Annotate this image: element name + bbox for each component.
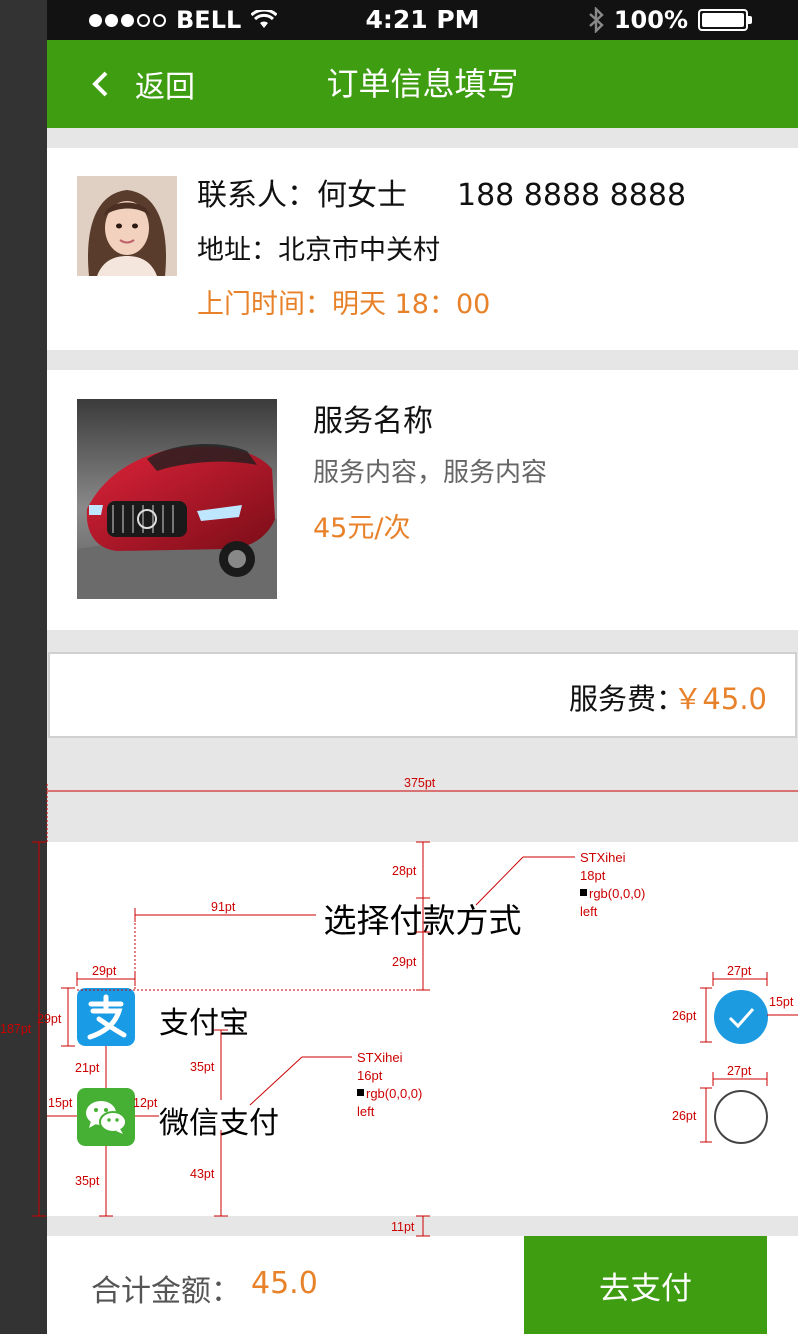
fee-label: 服务费： [568, 682, 685, 716]
status-right: 100% [588, 6, 752, 34]
alipay-radio-checked[interactable] [714, 990, 768, 1044]
fee-row: 服务费： ￥45.0 [48, 652, 797, 738]
left-gutter [0, 0, 47, 1334]
total-label: 合计金额： [91, 1274, 241, 1309]
fee-amount: ￥45.0 [673, 682, 767, 716]
contact-line: 联系人：何女士 188 8888 8888 [197, 170, 686, 214]
pay-button[interactable]: 去支付 [524, 1236, 767, 1334]
service-price: 45元/次 [313, 513, 411, 544]
status-bar: BELL 4:21 PM 100% [47, 0, 798, 40]
alipay-icon [77, 988, 135, 1046]
battery-percent: 100% [613, 6, 688, 34]
payment-heading: 选择付款方式 [323, 901, 522, 940]
service-name: 服务名称 [313, 404, 433, 439]
total-value: 45.0 [251, 1266, 318, 1301]
contact-name: 联系人：何女士 [197, 178, 407, 213]
battery-icon [698, 9, 752, 31]
phone-screen: BELL 4:21 PM 100% 订单信息填写 返回 联系人：何女士 188 … [47, 0, 798, 1334]
contact-address: 地址：北京市中关村 [197, 235, 440, 266]
contact-phone: 188 8888 8888 [457, 178, 687, 213]
avatar [77, 176, 177, 276]
service-description: 服务内容，服务内容 [313, 458, 548, 488]
wechat-label: 微信支付 [159, 1106, 279, 1141]
wechat-pay-icon [77, 1088, 135, 1146]
payment-option-wechat[interactable]: 微信支付 [47, 1088, 798, 1146]
back-button[interactable]: 返回 [91, 40, 195, 128]
nav-bar: 订单信息填写 返回 [47, 40, 798, 128]
chevron-left-icon [92, 71, 108, 97]
checkmark-icon [728, 1008, 755, 1029]
contact-card[interactable]: 联系人：何女士 188 8888 8888 地址：北京市中关村 上门时间：明天 1… [47, 148, 798, 350]
bottom-bar: 合计金额： 45.0 去支付 [47, 1236, 798, 1334]
bluetooth-icon [589, 7, 604, 33]
visit-time: 上门时间：明天 18：00 [197, 289, 491, 320]
alipay-label: 支付宝 [159, 1006, 249, 1041]
payment-section: 选择付款方式 支付宝 微信支付 [47, 842, 798, 1216]
service-image [77, 399, 277, 599]
service-card[interactable]: 服务名称 服务内容，服务内容 45元/次 [47, 370, 798, 630]
payment-option-alipay[interactable]: 支付宝 [47, 988, 798, 1046]
wechat-radio-unchecked[interactable] [714, 1090, 768, 1144]
back-label: 返回 [135, 70, 195, 105]
